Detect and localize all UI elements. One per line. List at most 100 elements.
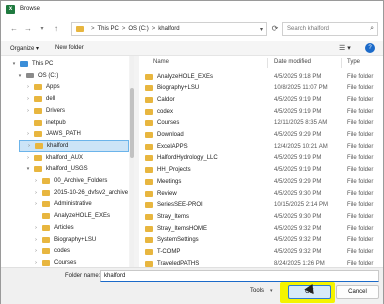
file-type: File folder (347, 249, 374, 255)
folder-icon (35, 142, 43, 149)
nav-item[interactable]: ▾ khalford_USGS (25, 163, 88, 175)
file-row[interactable]: Review 4/5/2025 9:30 PM File folder (139, 188, 379, 199)
chevron-right-icon[interactable]: › (33, 178, 39, 184)
folder-name-input[interactable]: khalford (100, 270, 379, 282)
chevron-right-icon[interactable]: › (25, 84, 31, 90)
file-row[interactable]: Stray_Items 4/5/2025 9:30 PM File folder (139, 211, 379, 222)
chevron-right-icon[interactable]: › (33, 190, 39, 196)
file-row[interactable]: Stray_ItemsHOME 4/5/2025 9:32 PM File fold… (139, 223, 379, 234)
forward-arrow-icon[interactable]: → (23, 24, 33, 34)
folder-icon (145, 132, 153, 138)
chevron-right-icon[interactable]: › (25, 108, 31, 114)
tools-dropdown[interactable]: Tools ▾ (250, 288, 273, 294)
file-row[interactable]: T-COMP 4/5/2025 9:32 PM File folder (139, 247, 379, 258)
file-date: 4/5/2025 9:30 PM (274, 213, 322, 220)
nav-item[interactable]: › Articles (33, 222, 74, 234)
chevron-right-icon[interactable]: › (25, 96, 31, 102)
file-row[interactable]: SystemSettings 4/5/2025 9:32 PM File folde… (139, 235, 379, 246)
search-input[interactable]: Search khalford ⌕ (282, 22, 378, 36)
column-header-type[interactable]: Type (347, 59, 360, 65)
file-row[interactable]: Meetings 4/5/2025 9:29 PM File folder (139, 176, 379, 187)
breadcrumb-separator: > (91, 26, 95, 32)
file-name: Stray_Items (157, 213, 190, 220)
nav-item[interactable]: › codes (33, 245, 70, 257)
nav-item[interactable]: › Drivers (25, 105, 65, 117)
chevron-down-icon[interactable]: ▾ (17, 73, 23, 79)
column-header-date[interactable]: Date modified (274, 59, 311, 65)
file-name-cell: HalfordHydrology_LLC (145, 155, 218, 162)
file-row[interactable]: Courses 12/11/2025 8:35 AM File folder (139, 118, 379, 129)
back-arrow-icon[interactable]: ← (9, 24, 19, 34)
nav-item[interactable]: › khalford_AUX (25, 152, 83, 164)
file-row[interactable]: AnalyzeHOLE_EXEs 4/5/2025 9:18 PM File fol… (139, 71, 379, 82)
file-row[interactable]: HH_Projects 4/5/2025 9:19 PM File folder (139, 165, 379, 176)
refresh-icon[interactable]: ⟳ (269, 22, 281, 36)
file-type: File folder (347, 155, 374, 162)
nav-item-label: inetpub (46, 119, 66, 126)
folder-icon (42, 248, 50, 255)
nav-item[interactable]: › Apps (25, 81, 60, 93)
folder-icon (145, 143, 153, 150)
help-icon[interactable]: ? (365, 43, 375, 53)
nav-scrollbar-thumb[interactable] (130, 88, 134, 158)
nav-item[interactable]: › Courses (33, 257, 76, 267)
file-row[interactable]: ExcelAPPS 12/4/2025 10:21 AM File folder (139, 141, 379, 152)
chevron-right-icon[interactable]: › (25, 155, 31, 161)
breadcrumb-khalford[interactable]: khalford (158, 26, 179, 32)
browse-dialog: x Browse ← → ▾ ↑ > This PC > OS (C:) > k… (0, 0, 384, 304)
nav-item[interactable]: › Biography+LSU (33, 234, 96, 246)
view-options-button[interactable]: ☰ ▾ (339, 44, 351, 52)
up-arrow-icon[interactable]: ↑ (51, 24, 61, 34)
nav-item[interactable]: › Administrative (33, 198, 92, 210)
file-row[interactable]: SeriesSEE-PROI 10/15/2025 2:14 PM File fol… (139, 200, 379, 211)
file-row[interactable]: TraveledPATHS 8/24/2025 1:26 PM File folde… (139, 258, 379, 267)
file-row[interactable]: Caldor 4/5/2025 9:19 PM File folder (139, 94, 379, 105)
new-folder-button[interactable]: New folder (55, 45, 84, 51)
chevron-down-icon[interactable]: ▾ (25, 166, 31, 172)
nav-item[interactable]: AnalyzeHOLE_EXEs (33, 210, 110, 222)
chevron-right-icon[interactable]: › (25, 131, 31, 137)
nav-item[interactable]: › khalford (19, 139, 129, 152)
breadcrumb-this-pc[interactable]: This PC (98, 26, 119, 32)
pc-icon (20, 61, 28, 67)
file-type: File folder (347, 178, 374, 185)
chevron-right-icon[interactable]: › (26, 143, 32, 149)
file-name-cell: Courses (145, 120, 179, 127)
chevron-down-icon[interactable]: ▾ (11, 61, 17, 67)
chevron-right-icon[interactable]: › (33, 225, 39, 231)
nav-item[interactable]: › dell (25, 93, 55, 105)
file-name-cell: SystemSettings (145, 237, 199, 244)
chevron-right-icon[interactable]: › (33, 237, 39, 243)
column-divider[interactable] (267, 58, 268, 68)
nav-item[interactable]: › 2015-10-26_dvfsv2_archive (33, 187, 128, 199)
chevron-right-icon[interactable]: › (33, 201, 39, 207)
file-row[interactable]: Biography+LSU 10/8/2025 11:07 PM File fold… (139, 83, 379, 94)
file-row[interactable]: HalfordHydrology_LLC 4/5/2025 9:19 PM File… (139, 153, 379, 164)
nav-scrollbar[interactable] (130, 56, 134, 267)
title-bar: x Browse (1, 1, 383, 17)
file-row[interactable]: codex 4/5/2025 9:19 PM File folder (139, 106, 379, 117)
nav-item[interactable]: ▾ OS (C:) (17, 70, 59, 82)
cancel-button[interactable]: Cancel (336, 285, 379, 299)
recent-dropdown-icon[interactable]: ▾ (37, 24, 47, 34)
nav-item[interactable]: ▾ This PC (11, 58, 53, 70)
chevron-down-icon[interactable]: ▾ (260, 26, 263, 33)
column-divider[interactable] (341, 58, 342, 68)
file-name-cell: SeriesSEE-PROI (145, 202, 203, 209)
organize-button[interactable]: Organize ▾ (10, 45, 39, 52)
folder-icon (34, 107, 42, 114)
file-type: File folder (347, 225, 374, 232)
breadcrumb-os-c[interactable]: OS (C:) (128, 26, 148, 32)
nav-item-label: 00_Archive_Folders (54, 178, 108, 184)
nav-item-label: Articles (54, 224, 74, 231)
file-type: File folder (347, 85, 374, 92)
chevron-right-icon[interactable]: › (33, 248, 39, 254)
chevron-right-icon[interactable]: › (33, 260, 39, 266)
file-date: 4/5/2025 9:32 PM (274, 237, 322, 244)
nav-item[interactable]: inetpub (25, 117, 66, 129)
address-bar[interactable]: > This PC > OS (C:) > khalford ▾ (71, 22, 267, 36)
column-header-name[interactable]: Name (153, 59, 169, 65)
nav-item[interactable]: › 00_Archive_Folders (33, 175, 107, 187)
file-row[interactable]: Download 4/5/2025 9:29 PM File folder (139, 130, 379, 141)
nav-item[interactable]: › JAWS_PATH (25, 128, 81, 140)
